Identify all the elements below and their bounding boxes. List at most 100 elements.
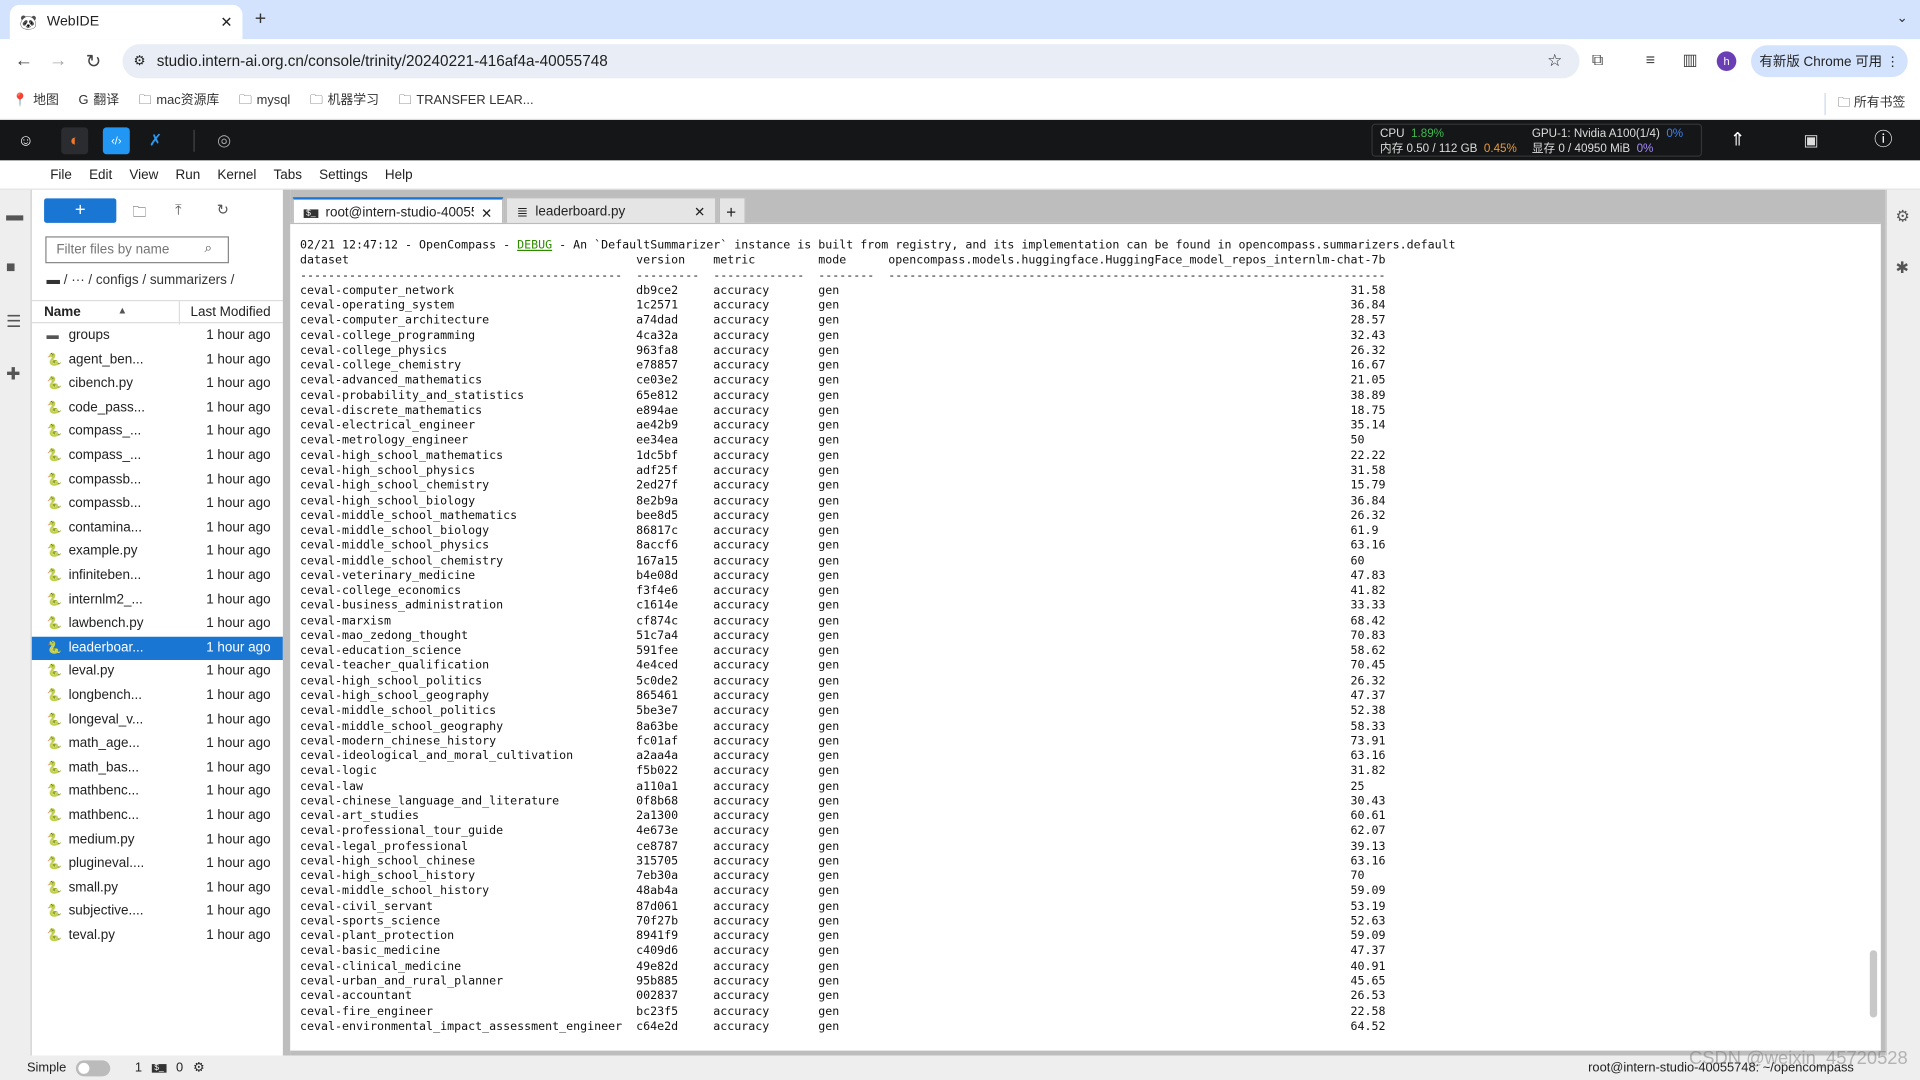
file-row[interactable]: 🐍 medium.py 1 hour ago — [32, 828, 283, 852]
close-tab-icon[interactable]: ✕ — [220, 13, 232, 30]
all-bookmarks[interactable]: 🗀 所有书签 — [1823, 93, 1905, 116]
terminal[interactable]: 02/21 12:47:12 - OpenCompass - DEBUG - A… — [290, 222, 1881, 1051]
filter-files-input[interactable] — [45, 236, 229, 264]
file-row[interactable]: 🐍 teval.py 1 hour ago — [32, 924, 283, 948]
bookmark-star-icon[interactable]: ☆ — [1547, 50, 1562, 71]
activity-bar: ▬ ⏹ ☰ ✚ — [0, 189, 32, 1056]
jupyter-icon[interactable]: ◐ — [61, 127, 89, 155]
file-row[interactable]: 🐍 contamina... 1 hour ago — [32, 516, 283, 540]
menu-view[interactable]: View — [121, 167, 167, 182]
simple-mode-toggle[interactable] — [76, 1059, 111, 1076]
file-row[interactable]: 🐍 internlm2_... 1 hour ago — [32, 588, 283, 612]
side-panel-icon[interactable]: ▥ — [1682, 50, 1697, 70]
file-row[interactable]: 🐍 math_age... 1 hour ago — [32, 732, 283, 756]
intern-logo-icon[interactable]: ☺ — [12, 127, 39, 154]
property-inspector-icon[interactable]: ⚙ — [1896, 207, 1910, 227]
column-last-modified[interactable]: Last Modified — [190, 305, 270, 320]
file-row[interactable]: 🐍 mathbenc... 1 hour ago — [32, 804, 283, 828]
forward-icon[interactable]: → — [49, 50, 67, 71]
site-settings-icon[interactable]: ⚙ — [133, 53, 145, 69]
menu-help[interactable]: Help — [376, 167, 421, 182]
file-modified: 1 hour ago — [206, 496, 271, 511]
new-tab-button[interactable]: + — [255, 9, 266, 31]
file-row[interactable]: 🐍 mathbenc... 1 hour ago — [32, 780, 283, 804]
bookmark-item[interactable]: G 翻译 — [78, 90, 119, 112]
terminal-count[interactable]: 0 — [176, 1060, 183, 1075]
file-browser-icon[interactable]: ▬ — [6, 204, 23, 224]
reading-list-icon[interactable]: ≡ — [1646, 50, 1655, 68]
new-folder-icon[interactable]: 🗀 — [132, 201, 147, 227]
menu-file[interactable]: File — [42, 167, 81, 182]
debugger-icon[interactable]: ✱ — [1896, 258, 1909, 278]
file-row[interactable]: 🐍 code_pass... 1 hour ago — [32, 396, 283, 420]
menu-run[interactable]: Run — [167, 167, 209, 182]
file-row[interactable]: 🐍 cibench.py 1 hour ago — [32, 372, 283, 396]
file-row[interactable]: 🐍 infiniteben... 1 hour ago — [32, 564, 283, 588]
file-row[interactable]: 🐍 compassb... 1 hour ago — [32, 468, 283, 492]
file-row[interactable]: 🐍 compassb... 1 hour ago — [32, 492, 283, 516]
file-row[interactable]: 🐍 plugineval.... 1 hour ago — [32, 852, 283, 876]
chrome-update-button[interactable]: 有新版 Chrome 可用 ⋮ — [1751, 45, 1908, 78]
tab-search-chevron-icon[interactable]: ⌄ — [1896, 10, 1907, 26]
menu-tabs[interactable]: Tabs — [265, 167, 311, 182]
extensions-icon[interactable]: ⧉ — [1592, 50, 1603, 70]
info-icon[interactable]: ⓘ — [1870, 127, 1897, 154]
refresh-icon[interactable]: ↻ — [217, 201, 229, 218]
column-name[interactable]: Name — [44, 305, 81, 320]
bookmark-item[interactable]: 🗀 mysql — [239, 90, 290, 112]
new-launcher-button[interactable]: + — [44, 198, 117, 223]
table-of-contents-icon[interactable]: ☰ — [6, 311, 21, 332]
file-row[interactable]: 🐍 leaderboar... 1 hour ago — [31, 636, 283, 661]
file-row[interactable]: 🐍 math_bas... 1 hour ago — [32, 756, 283, 780]
table-row: ceval-metrology_engineer ee34ea accuracy… — [300, 434, 1365, 448]
main-area: $_ root@intern-studio-40055748 ✕ ≣ leade… — [290, 189, 1886, 1056]
terminal-scrollbar[interactable] — [1869, 950, 1878, 1018]
upload-icon[interactable]: ⤒ — [175, 201, 182, 219]
bookmark-item[interactable]: 📍 地图 — [12, 90, 59, 112]
file-row[interactable]: ▬ groups 1 hour ago — [32, 324, 283, 348]
file-row[interactable]: 🐍 longbench... 1 hour ago — [32, 684, 283, 708]
file-row[interactable]: 🐍 lawbench.py 1 hour ago — [32, 612, 283, 636]
bookmark-item[interactable]: 🗀 机器学习 — [310, 90, 379, 112]
running-sessions-icon[interactable]: ⏹ — [6, 257, 15, 278]
back-icon[interactable]: ← — [15, 50, 33, 71]
url-input[interactable]: ⚙ studio.intern-ai.org.cn/console/trinit… — [122, 44, 1580, 79]
column-divider[interactable] — [178, 301, 181, 325]
browser-tab[interactable]: 🐼 WebIDE ✕ — [9, 4, 243, 40]
python-file-icon: 🐍 — [46, 497, 62, 511]
file-row[interactable]: 🐍 leval.py 1 hour ago — [32, 660, 283, 684]
python-file-icon: 🐍 — [46, 449, 62, 463]
extensions-puzzle-icon[interactable]: ✚ — [6, 364, 20, 385]
bookmark-item[interactable]: 🗀 mac资源库 — [139, 90, 220, 112]
file-row[interactable]: 🐍 example.py 1 hour ago — [32, 540, 283, 564]
reload-icon[interactable]: ↻ — [86, 50, 101, 72]
menu-edit[interactable]: Edit — [80, 167, 120, 182]
bookmark-label: TRANSFER LEAR... — [416, 92, 534, 108]
compass-icon[interactable]: ◎ — [211, 127, 238, 154]
vscode-icon[interactable]: ✗ — [142, 127, 169, 154]
folder-icon: 🗀 — [238, 92, 252, 108]
sort-ascending-icon[interactable]: ▲ — [118, 305, 128, 316]
bookmark-item[interactable]: 🗀 TRANSFER LEAR... — [399, 90, 534, 112]
file-row[interactable]: 🐍 compass_... 1 hour ago — [32, 420, 283, 444]
breadcrumb[interactable]: ▬ / ··· / configs / summarizers / — [47, 273, 235, 288]
code-icon[interactable]: ‹/› — [102, 127, 130, 155]
panel-splitter[interactable] — [282, 189, 291, 1056]
file-name: compassb... — [68, 472, 142, 487]
file-row[interactable]: 🐍 compass_... 1 hour ago — [32, 444, 283, 468]
file-row[interactable]: 🐍 small.py 1 hour ago — [32, 876, 283, 900]
table-row: ceval-computer_architecture a74dad accur… — [300, 313, 1386, 328]
menu-kernel[interactable]: Kernel — [209, 167, 265, 182]
avatar[interactable]: h — [1716, 51, 1737, 72]
file-row[interactable]: 🐍 agent_ben... 1 hour ago — [32, 348, 283, 372]
kernel-count[interactable]: 1 — [135, 1060, 142, 1075]
close-icon[interactable]: ✕ — [694, 204, 705, 220]
remote-desktop-icon[interactable]: ▣ — [1798, 127, 1825, 154]
upload-arrow-icon[interactable]: ⇑ — [1724, 127, 1751, 154]
terminal-output: 02/21 12:47:12 - OpenCompass - DEBUG - A… — [300, 239, 1456, 1035]
file-row[interactable]: 🐍 longeval_v... 1 hour ago — [32, 708, 283, 732]
close-icon[interactable]: ✕ — [481, 205, 492, 221]
table-row: ceval-middle_school_history 48ab4a accur… — [300, 884, 1386, 899]
menu-settings[interactable]: Settings — [311, 167, 377, 182]
file-row[interactable]: 🐍 subjective.... 1 hour ago — [32, 900, 283, 924]
